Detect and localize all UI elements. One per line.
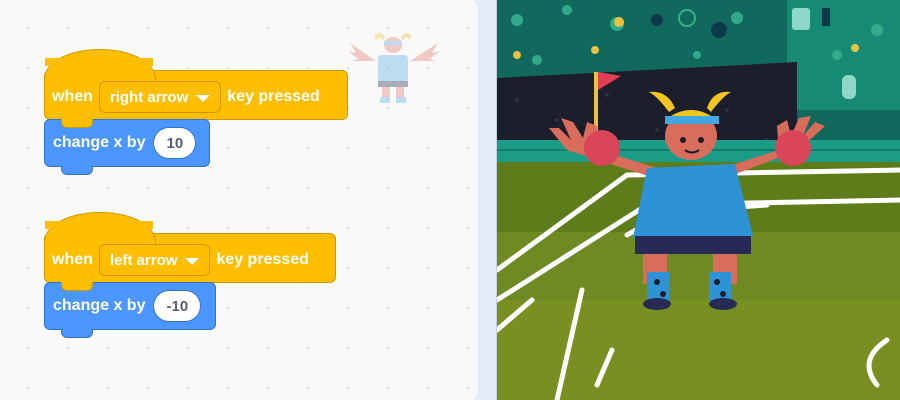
block-text-when: when [52,88,93,105]
block-notch [61,119,93,128]
hat-block-cap [44,49,156,84]
key-dropdown[interactable]: right arrow [98,81,222,113]
block-text-key-pressed: key pressed [227,88,320,105]
when-key-pressed-block[interactable]: when left arrow key pressed [44,212,336,283]
change-x-block[interactable]: change x by -10 [44,282,216,338]
block-text-when: when [52,251,93,268]
key-dropdown-value: right arrow [109,88,189,106]
code-area[interactable]: when right arrow key pressed change x by… [0,0,479,400]
script-left-arrow[interactable]: when left arrow key pressed change x by … [44,212,336,338]
block-notch-bottom [61,329,93,338]
key-dropdown[interactable]: left arrow [98,244,211,276]
when-key-pressed-block[interactable]: when right arrow key pressed [44,49,348,120]
stage[interactable] [496,0,900,400]
block-text-key-pressed: key pressed [216,251,309,268]
stage-backdrop [497,0,900,400]
script-right-arrow[interactable]: when right arrow key pressed change x by… [44,49,348,175]
block-notch [61,282,93,291]
dropdown-caret-icon [196,94,211,102]
change-x-input[interactable]: -10 [153,290,202,322]
key-dropdown-value: left arrow [109,251,178,269]
block-text-change-x: change x by [53,134,146,151]
block-text-change-x: change x by [53,297,146,314]
change-x-block[interactable]: change x by 10 [44,119,210,175]
block-notch-bottom [61,166,93,175]
pane-divider [478,0,496,400]
hat-block-cap [44,212,156,247]
dropdown-caret-icon [185,257,200,265]
sprite-thumbnail [348,33,440,103]
change-x-input[interactable]: 10 [153,127,197,159]
